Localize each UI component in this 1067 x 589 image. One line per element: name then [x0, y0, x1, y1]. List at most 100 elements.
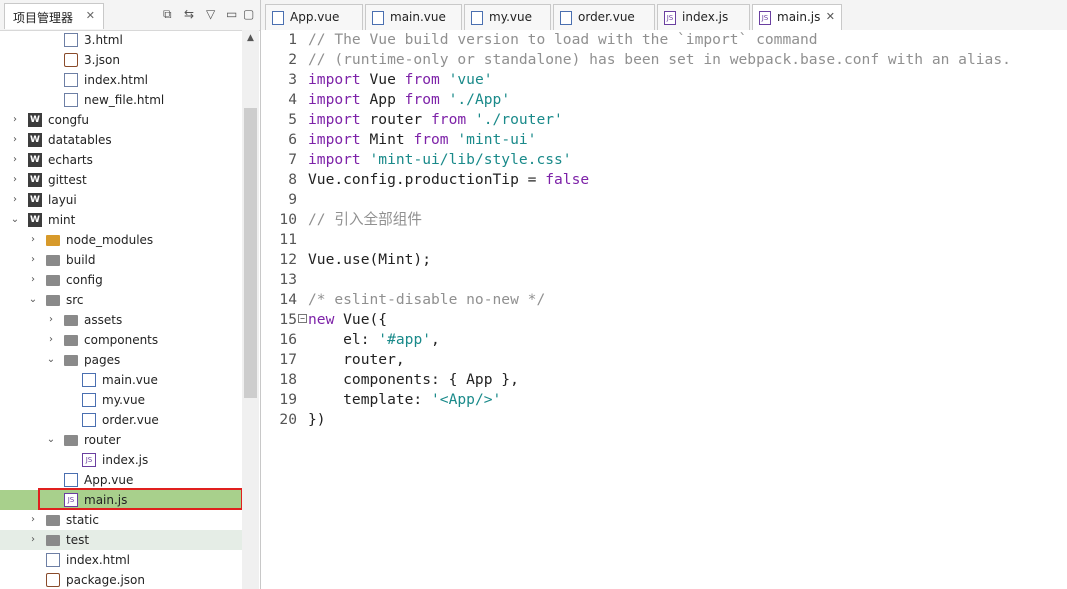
- chevron-down-icon[interactable]: ⌄: [46, 350, 56, 370]
- tree-item-index-html[interactable]: index.html: [0, 550, 242, 570]
- line-number: 1: [288, 31, 297, 48]
- link-editor-icon[interactable]: ⇆: [184, 7, 194, 21]
- folder-icon: [46, 255, 60, 266]
- line-number: 8: [288, 171, 297, 188]
- line-number: 7: [288, 151, 297, 168]
- code-area[interactable]: 1 // The Vue build version to load with t…: [261, 30, 1067, 589]
- chevron-right-icon[interactable]: ›: [10, 170, 20, 190]
- line-number: 17: [279, 351, 297, 368]
- code-text: new Vue({: [308, 310, 387, 330]
- chevron-right-icon[interactable]: ›: [46, 330, 56, 350]
- tree-scrollbar[interactable]: ▲: [242, 30, 259, 589]
- close-icon[interactable]: ✕: [86, 9, 95, 22]
- folder-icon: [64, 315, 78, 326]
- chevron-down-icon[interactable]: ⌄: [46, 430, 56, 450]
- tree-item-app-vue[interactable]: App.vue: [0, 470, 242, 490]
- chevron-right-icon[interactable]: ›: [10, 190, 20, 210]
- tree-item-components[interactable]: › components: [0, 330, 242, 350]
- tab-project-explorer[interactable]: 项目管理器 ✕: [4, 3, 104, 29]
- code-text: // 引入全部组件: [308, 210, 422, 230]
- scrollbar-thumb[interactable]: [244, 108, 257, 398]
- tree-item-3-json[interactable]: 3.json: [0, 50, 242, 70]
- tree-item-index-html[interactable]: index.html: [0, 70, 242, 90]
- minimize-icon[interactable]: ▭: [226, 7, 237, 21]
- tree-item-gittest[interactable]: › Wgittest: [0, 170, 242, 190]
- tab-main-js[interactable]: JS main.js ✕: [752, 4, 842, 30]
- tree-item-config[interactable]: › config: [0, 270, 242, 290]
- tree-item-datatables[interactable]: › Wdatatables: [0, 130, 242, 150]
- chevron-down-icon[interactable]: ⌄: [28, 290, 38, 310]
- view-menu-icon[interactable]: ▽: [206, 7, 215, 21]
- tree-item-src[interactable]: ⌄ src: [0, 290, 242, 310]
- tree-item-test[interactable]: › test: [0, 530, 242, 550]
- tree-item-package-json[interactable]: package.json: [0, 570, 242, 589]
- code-token: router,: [308, 351, 405, 368]
- tree-item-order-vue[interactable]: order.vue: [0, 410, 242, 430]
- project-icon: W: [28, 173, 42, 187]
- vue-file-icon: [471, 11, 483, 25]
- tree-item-label: index.html: [66, 553, 130, 567]
- tab-my-vue[interactable]: my.vue: [464, 4, 551, 30]
- maximize-icon[interactable]: ▢: [243, 7, 254, 21]
- chevron-right-icon[interactable]: ›: [28, 250, 38, 270]
- tree-item-layui[interactable]: › Wlayui: [0, 190, 242, 210]
- chevron-right-icon[interactable]: ›: [10, 150, 20, 170]
- tree-item-index-js[interactable]: JS index.js: [0, 450, 242, 470]
- json-file-icon: [46, 573, 60, 587]
- tree-item-label: App.vue: [84, 473, 134, 487]
- line-number: 10: [279, 211, 297, 228]
- chevron-right-icon[interactable]: ›: [28, 530, 38, 550]
- chevron-right-icon[interactable]: ›: [10, 110, 20, 130]
- tree-item-router[interactable]: ⌄ router: [0, 430, 242, 450]
- chevron-down-icon[interactable]: ⌄: [10, 210, 20, 230]
- chevron-right-icon[interactable]: ›: [46, 310, 56, 330]
- scroll-up-icon[interactable]: ▲: [242, 30, 259, 46]
- tab-main-vue[interactable]: main.vue: [365, 4, 462, 30]
- line-number: 19: [279, 391, 297, 408]
- tab-order-vue[interactable]: order.vue: [553, 4, 655, 30]
- tab-app-vue[interactable]: App.vue: [265, 4, 363, 30]
- fold-toggle-icon[interactable]: −: [298, 314, 307, 323]
- chevron-right-icon[interactable]: ›: [28, 270, 38, 290]
- vue-file-icon: [560, 11, 572, 25]
- tree-item-label: layui: [48, 193, 77, 207]
- code-token: App: [360, 91, 405, 108]
- project-icon: W: [28, 153, 42, 167]
- tree-item-label: my.vue: [102, 393, 145, 407]
- line-number: 3: [288, 71, 297, 88]
- chevron-right-icon[interactable]: ›: [28, 230, 38, 250]
- code-token: Vue: [360, 71, 405, 88]
- tree-item-assets[interactable]: › assets: [0, 310, 242, 330]
- code-token: ,: [431, 331, 440, 348]
- tree-item-echarts[interactable]: › Wecharts: [0, 150, 242, 170]
- folder-icon: [46, 275, 60, 286]
- code-token: 'mint-ui': [457, 131, 537, 148]
- line-number: 2: [288, 51, 297, 68]
- tree-item-main-vue[interactable]: main.vue: [0, 370, 242, 390]
- tree-item-congfu[interactable]: › Wcongfu: [0, 110, 242, 130]
- tree-item-label: node_modules: [66, 233, 154, 247]
- project-icon: W: [28, 113, 42, 127]
- tree-item-my-vue[interactable]: my.vue: [0, 390, 242, 410]
- line-number: 9: [288, 191, 297, 208]
- project-icon: W: [28, 193, 42, 207]
- code-text: import Vue from 'vue': [308, 70, 493, 90]
- tab-index-js[interactable]: JS index.js: [657, 4, 750, 30]
- tab-label: order.vue: [578, 10, 635, 24]
- tree-item-new-file-html[interactable]: new_file.html: [0, 90, 242, 110]
- tree-item-mint[interactable]: ⌄ Wmint: [0, 210, 242, 230]
- tree-item-build[interactable]: › build: [0, 250, 242, 270]
- chevron-right-icon[interactable]: ›: [28, 510, 38, 530]
- tree-item-3-html[interactable]: 3.html: [0, 30, 242, 50]
- code-token: 'vue': [448, 71, 493, 88]
- tree-item-node-modules[interactable]: › node_modules: [0, 230, 242, 250]
- tree-item-static[interactable]: › static: [0, 510, 242, 530]
- vue-file-icon: [372, 11, 384, 25]
- tree-item-pages[interactable]: ⌄ pages: [0, 350, 242, 370]
- collapse-all-icon[interactable]: ⧉: [163, 7, 172, 22]
- chevron-right-icon[interactable]: ›: [10, 130, 20, 150]
- tree-item-label: echarts: [48, 153, 93, 167]
- close-icon[interactable]: ✕: [826, 10, 835, 23]
